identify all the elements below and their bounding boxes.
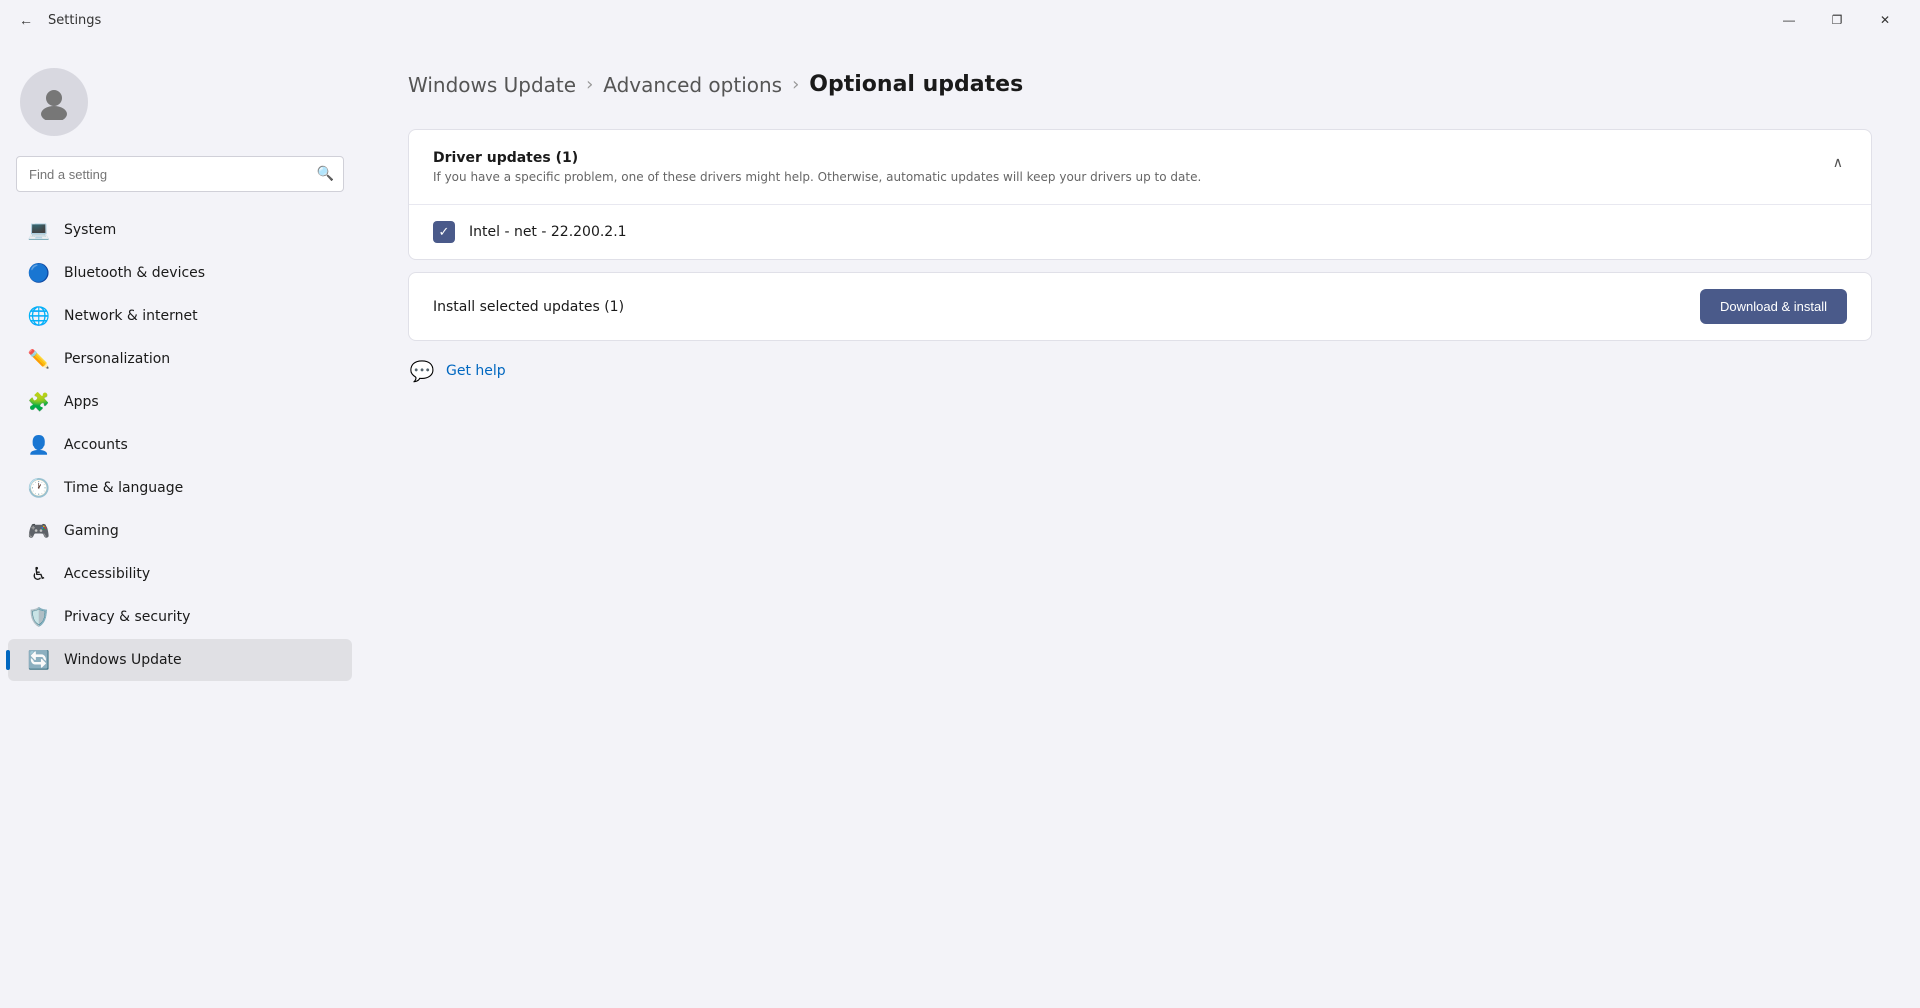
back-button[interactable]: ← [12,6,40,34]
sidebar-item-label-apps: Apps [64,394,99,410]
sidebar-item-label-bluetooth: Bluetooth & devices [64,265,205,281]
sidebar-item-label-gaming: Gaming [64,523,119,539]
maximize-button[interactable]: ❐ [1814,4,1860,36]
driver-item: ✓ Intel - net - 22.200.2.1 [409,205,1871,259]
minimize-button[interactable]: — [1766,4,1812,36]
close-button[interactable]: ✕ [1862,4,1908,36]
sidebar-item-gaming[interactable]: 🎮 Gaming [8,510,352,552]
sidebar-item-label-personalization: Personalization [64,351,170,367]
collapse-button[interactable]: ∧ [1829,150,1847,175]
sidebar-item-label-system: System [64,222,116,238]
personalization-icon: ✏️ [28,348,50,370]
get-help-section: 💬 Get help [408,357,1872,385]
time-icon: 🕐 [28,477,50,499]
breadcrumb-current: Optional updates [809,72,1023,97]
sidebar-item-system[interactable]: 💻 System [8,209,352,251]
nav-list: 💻 System 🔵 Bluetooth & devices 🌐 Network & in… [0,208,360,682]
avatar [20,68,88,136]
network-icon: 🌐 [28,305,50,327]
driver-updates-card: Driver updates (1) If you have a specifi… [408,129,1872,260]
breadcrumb-windows-update[interactable]: Windows Update [408,73,576,97]
sidebar-item-accounts[interactable]: 👤 Accounts [8,424,352,466]
app-container: 🔍 💻 System 🔵 Bluetooth & devices 🌐 Network & … [0,40,1920,1008]
gaming-icon: 🎮 [28,520,50,542]
breadcrumb-sep-1: › [586,74,593,95]
main-content: Windows Update › Advanced options › Opti… [360,40,1920,1008]
driver-label: Intel - net - 22.200.2.1 [469,224,627,240]
driver-updates-title: Driver updates (1) [433,150,1201,166]
app-title: Settings [48,13,101,28]
sidebar-item-label-privacy: Privacy & security [64,609,190,625]
breadcrumb-sep-2: › [792,74,799,95]
driver-checkbox[interactable]: ✓ [433,221,455,243]
download-install-button[interactable]: Download & install [1700,289,1847,324]
help-icon: 💬 [408,357,436,385]
sidebar-item-label-windows-update: Windows Update [64,652,182,668]
search-input[interactable] [16,156,344,192]
accounts-icon: 👤 [28,434,50,456]
driver-updates-description: If you have a specific problem, one of t… [433,170,1201,184]
breadcrumb: Windows Update › Advanced options › Opti… [408,72,1872,97]
windows-update-icon: 🔄 [28,649,50,671]
sidebar: 🔍 💻 System 🔵 Bluetooth & devices 🌐 Network & … [0,40,360,1008]
install-label: Install selected updates (1) [433,299,624,315]
bluetooth-icon: 🔵 [28,262,50,284]
sidebar-item-accessibility[interactable]: ♿ Accessibility [8,553,352,595]
avatar-section [0,52,360,156]
breadcrumb-advanced-options[interactable]: Advanced options [603,73,782,97]
apps-icon: 🧩 [28,391,50,413]
driver-updates-header: Driver updates (1) If you have a specifi… [409,130,1871,204]
sidebar-item-time[interactable]: 🕐 Time & language [8,467,352,509]
driver-updates-header-text: Driver updates (1) If you have a specifi… [433,150,1201,184]
sidebar-item-bluetooth[interactable]: 🔵 Bluetooth & devices [8,252,352,294]
sidebar-item-label-time: Time & language [64,480,183,496]
sidebar-item-label-accessibility: Accessibility [64,566,150,582]
system-icon: 💻 [28,219,50,241]
privacy-icon: 🛡️ [28,606,50,628]
accessibility-icon: ♿ [28,563,50,585]
sidebar-item-network[interactable]: 🌐 Network & internet [8,295,352,337]
search-box: 🔍 [16,156,344,192]
sidebar-item-personalization[interactable]: ✏️ Personalization [8,338,352,380]
titlebar: ← Settings — ❐ ✕ [0,0,1920,40]
sidebar-item-label-network: Network & internet [64,308,198,324]
get-help-link[interactable]: Get help [446,363,506,379]
sidebar-item-label-accounts: Accounts [64,437,128,453]
sidebar-item-apps[interactable]: 🧩 Apps [8,381,352,423]
install-card: Install selected updates (1) Download & … [408,272,1872,341]
window-controls: — ❐ ✕ [1766,4,1908,36]
sidebar-item-windows-update[interactable]: 🔄 Windows Update [8,639,352,681]
sidebar-item-privacy[interactable]: 🛡️ Privacy & security [8,596,352,638]
